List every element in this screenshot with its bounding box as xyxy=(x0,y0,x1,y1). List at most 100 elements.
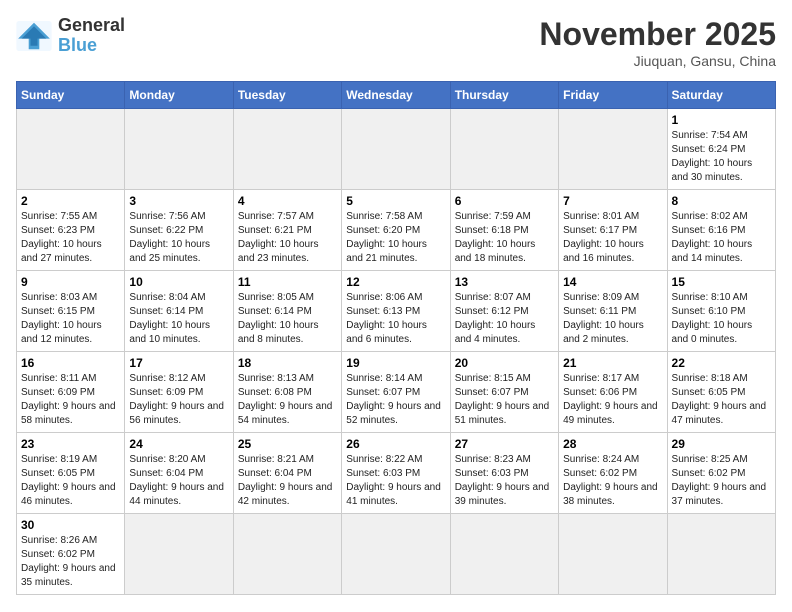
day-number: 30 xyxy=(21,518,120,532)
calendar-cell xyxy=(342,109,450,190)
day-number: 21 xyxy=(563,356,662,370)
day-info: Sunrise: 7:55 AMSunset: 6:23 PMDaylight:… xyxy=(21,210,120,266)
col-tuesday: Tuesday xyxy=(233,82,341,109)
day-number: 24 xyxy=(129,437,228,451)
calendar-body: 1Sunrise: 7:54 AMSunset: 6:24 PMDaylight… xyxy=(17,109,776,595)
day-number: 25 xyxy=(238,437,337,451)
day-info: Sunrise: 8:05 AMSunset: 6:14 PMDaylight:… xyxy=(238,291,337,347)
calendar-week-1: 2 Sunrise: 7:55 AMSunset: 6:23 PMDaylight… xyxy=(17,190,776,271)
location: Jiuquan, Gansu, China xyxy=(539,53,776,69)
day-number: 9 xyxy=(21,275,120,289)
calendar-cell xyxy=(667,514,775,595)
calendar-week-3: 16 Sunrise: 8:11 AMSunset: 6:09 PMDayligh… xyxy=(17,352,776,433)
day-info: Sunrise: 8:17 AMSunset: 6:06 PMDaylight:… xyxy=(563,372,662,428)
calendar-cell: 23 Sunrise: 8:19 AMSunset: 6:05 PMDayligh… xyxy=(17,433,125,514)
col-friday: Friday xyxy=(559,82,667,109)
day-number: 26 xyxy=(346,437,445,451)
day-info: Sunrise: 7:54 AMSunset: 6:24 PMDaylight:… xyxy=(672,129,771,185)
calendar-cell: 3 Sunrise: 7:56 AMSunset: 6:22 PMDaylight… xyxy=(125,190,233,271)
calendar-cell: 17 Sunrise: 8:12 AMSunset: 6:09 PMDayligh… xyxy=(125,352,233,433)
calendar-week-2: 9 Sunrise: 8:03 AMSunset: 6:15 PMDaylight… xyxy=(17,271,776,352)
calendar-cell: 24Sunrise: 8:20 AMSunset: 6:04 PMDayligh… xyxy=(125,433,233,514)
calendar-cell: 15Sunrise: 8:10 AMSunset: 6:10 PMDayligh… xyxy=(667,271,775,352)
day-number: 17 xyxy=(129,356,228,370)
day-info: Sunrise: 8:24 AMSunset: 6:02 PMDaylight:… xyxy=(563,453,662,509)
title-block: November 2025 Jiuquan, Gansu, China xyxy=(539,16,776,69)
day-number: 27 xyxy=(455,437,554,451)
header-row: Sunday Monday Tuesday Wednesday Thursday… xyxy=(17,82,776,109)
day-info: Sunrise: 8:01 AMSunset: 6:17 PMDaylight:… xyxy=(563,210,662,266)
logo-text: GeneralBlue xyxy=(58,16,125,56)
calendar-cell: 14 Sunrise: 8:09 AMSunset: 6:11 PMDayligh… xyxy=(559,271,667,352)
day-info: Sunrise: 8:09 AMSunset: 6:11 PMDaylight:… xyxy=(563,291,662,347)
calendar-cell: 12 Sunrise: 8:06 AMSunset: 6:13 PMDayligh… xyxy=(342,271,450,352)
day-info: Sunrise: 8:12 AMSunset: 6:09 PMDaylight:… xyxy=(129,372,228,428)
day-number: 13 xyxy=(455,275,554,289)
calendar-cell xyxy=(233,514,341,595)
day-number: 3 xyxy=(129,194,228,208)
day-info: Sunrise: 7:59 AMSunset: 6:18 PMDaylight:… xyxy=(455,210,554,266)
day-number: 11 xyxy=(238,275,337,289)
day-number: 14 xyxy=(563,275,662,289)
calendar-cell: 16 Sunrise: 8:11 AMSunset: 6:09 PMDayligh… xyxy=(17,352,125,433)
col-monday: Monday xyxy=(125,82,233,109)
calendar-cell: 22Sunrise: 8:18 AMSunset: 6:05 PMDayligh… xyxy=(667,352,775,433)
calendar-header: Sunday Monday Tuesday Wednesday Thursday… xyxy=(17,82,776,109)
calendar-cell: 20 Sunrise: 8:15 AMSunset: 6:07 PMDayligh… xyxy=(450,352,558,433)
day-number: 10 xyxy=(129,275,228,289)
calendar-cell xyxy=(450,109,558,190)
logo-icon xyxy=(16,21,52,51)
day-info: Sunrise: 7:56 AMSunset: 6:22 PMDaylight:… xyxy=(129,210,228,266)
calendar-cell: 30 Sunrise: 8:26 AMSunset: 6:02 PMDayligh… xyxy=(17,514,125,595)
day-info: Sunrise: 7:58 AMSunset: 6:20 PMDaylight:… xyxy=(346,210,445,266)
day-number: 2 xyxy=(21,194,120,208)
calendar-table: Sunday Monday Tuesday Wednesday Thursday… xyxy=(16,81,776,595)
calendar-cell: 29Sunrise: 8:25 AMSunset: 6:02 PMDayligh… xyxy=(667,433,775,514)
col-wednesday: Wednesday xyxy=(342,82,450,109)
day-number: 7 xyxy=(563,194,662,208)
calendar-cell: 28Sunrise: 8:24 AMSunset: 6:02 PMDayligh… xyxy=(559,433,667,514)
calendar-cell: 5Sunrise: 7:58 AMSunset: 6:20 PMDaylight… xyxy=(342,190,450,271)
calendar-cell: 18Sunrise: 8:13 AMSunset: 6:08 PMDayligh… xyxy=(233,352,341,433)
month-title: November 2025 xyxy=(539,16,776,53)
day-info: Sunrise: 8:14 AMSunset: 6:07 PMDaylight:… xyxy=(346,372,445,428)
day-number: 15 xyxy=(672,275,771,289)
col-thursday: Thursday xyxy=(450,82,558,109)
calendar-cell: 25 Sunrise: 8:21 AMSunset: 6:04 PMDayligh… xyxy=(233,433,341,514)
day-info: Sunrise: 8:19 AMSunset: 6:05 PMDaylight:… xyxy=(21,453,120,509)
day-info: Sunrise: 8:15 AMSunset: 6:07 PMDaylight:… xyxy=(455,372,554,428)
day-number: 6 xyxy=(455,194,554,208)
day-number: 16 xyxy=(21,356,120,370)
calendar-cell xyxy=(17,109,125,190)
calendar-cell xyxy=(559,514,667,595)
calendar-cell: 19 Sunrise: 8:14 AMSunset: 6:07 PMDayligh… xyxy=(342,352,450,433)
day-number: 23 xyxy=(21,437,120,451)
calendar-week-4: 23 Sunrise: 8:19 AMSunset: 6:05 PMDayligh… xyxy=(17,433,776,514)
day-info: Sunrise: 8:02 AMSunset: 6:16 PMDaylight:… xyxy=(672,210,771,266)
calendar-cell: 11 Sunrise: 8:05 AMSunset: 6:14 PMDayligh… xyxy=(233,271,341,352)
day-number: 8 xyxy=(672,194,771,208)
day-info: Sunrise: 8:03 AMSunset: 6:15 PMDaylight:… xyxy=(21,291,120,347)
day-number: 12 xyxy=(346,275,445,289)
page-header: GeneralBlue November 2025 Jiuquan, Gansu… xyxy=(16,16,776,69)
calendar-cell xyxy=(125,514,233,595)
calendar-cell: 7 Sunrise: 8:01 AMSunset: 6:17 PMDaylight… xyxy=(559,190,667,271)
day-info: Sunrise: 8:06 AMSunset: 6:13 PMDaylight:… xyxy=(346,291,445,347)
logo: GeneralBlue xyxy=(16,16,125,56)
day-number: 18 xyxy=(238,356,337,370)
calendar-cell xyxy=(342,514,450,595)
calendar-cell: 13 Sunrise: 8:07 AMSunset: 6:12 PMDayligh… xyxy=(450,271,558,352)
day-number: 19 xyxy=(346,356,445,370)
day-number: 20 xyxy=(455,356,554,370)
day-info: Sunrise: 8:26 AMSunset: 6:02 PMDaylight:… xyxy=(21,534,120,590)
calendar-cell: 8 Sunrise: 8:02 AMSunset: 6:16 PMDaylight… xyxy=(667,190,775,271)
day-info: Sunrise: 8:21 AMSunset: 6:04 PMDaylight:… xyxy=(238,453,337,509)
col-sunday: Sunday xyxy=(17,82,125,109)
day-info: Sunrise: 8:18 AMSunset: 6:05 PMDaylight:… xyxy=(672,372,771,428)
day-number: 4 xyxy=(238,194,337,208)
day-info: Sunrise: 8:07 AMSunset: 6:12 PMDaylight:… xyxy=(455,291,554,347)
calendar-cell xyxy=(125,109,233,190)
day-info: Sunrise: 8:25 AMSunset: 6:02 PMDaylight:… xyxy=(672,453,771,509)
day-info: Sunrise: 8:11 AMSunset: 6:09 PMDaylight:… xyxy=(21,372,120,428)
day-info: Sunrise: 8:04 AMSunset: 6:14 PMDaylight:… xyxy=(129,291,228,347)
